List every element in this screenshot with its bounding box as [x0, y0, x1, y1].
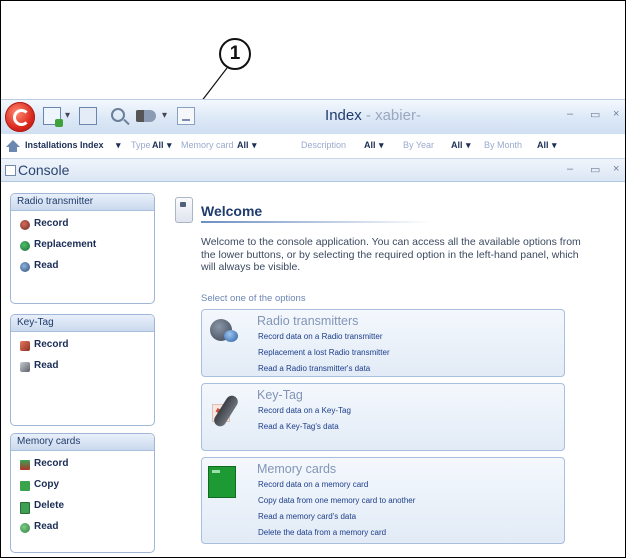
chevron-down-icon[interactable]: ▾ [167, 140, 172, 151]
index-toolbar: Installations Index ▾ Type All ▾ Memory … [1, 134, 625, 159]
link-read-radio[interactable]: Read a Radio transmitter's data [258, 364, 370, 373]
filter-by-year-label: By Year [403, 140, 435, 150]
sidebar-item-keytag-record[interactable]: Record [11, 335, 154, 356]
memory-read-icon [20, 523, 30, 533]
filter-by-month-label: By Month [484, 140, 523, 150]
radio-transmitter-icon [208, 316, 242, 344]
link-replace-radio[interactable]: Replacement a lost Radio transmitter [258, 348, 390, 357]
console-title: Console [18, 162, 70, 178]
console-maximize-button[interactable]: ▭ [590, 163, 600, 176]
keytag-record-icon [20, 341, 30, 351]
filter-by-year-select[interactable]: All [451, 140, 463, 150]
welcome-divider [201, 221, 431, 223]
group-title: Key-Tag [11, 315, 154, 332]
sidebar-item-label: Record [34, 339, 69, 350]
memory-card-icon [208, 466, 236, 498]
screenshot-frame: 1 ▾ ▾ Index - xabier- – ▭ × Installation… [0, 0, 626, 558]
card-title: Key-Tag [257, 388, 303, 402]
memory-copy-icon [20, 481, 30, 491]
sidebar-item-label: Replacement [34, 239, 97, 250]
sidebar-item-label: Delete [34, 500, 65, 511]
welcome-description: Welcome to the console application. You … [201, 236, 581, 273]
chevron-down-icon[interactable]: ▾ [116, 140, 121, 151]
sidebar-item-label: Read [34, 360, 59, 371]
radio-replacement-icon [20, 241, 30, 251]
memory-cards-group: Memory cards Record Copy Delete Read [10, 433, 155, 553]
link-delete-memory[interactable]: Delete the data from a memory card [258, 528, 386, 537]
sidebar-item-label: Read [34, 521, 59, 532]
console-close-button[interactable]: × [613, 163, 619, 175]
link-read-keytag[interactable]: Read a Key-Tag's data [258, 422, 339, 431]
filter-by-month-select[interactable]: All [537, 140, 549, 150]
sidebar-item-radio-read[interactable]: Read [11, 256, 154, 277]
link-copy-memory[interactable]: Copy data from one memory card to anothe… [258, 496, 415, 505]
select-options-label: Select one of the options [201, 293, 306, 304]
main-content: Welcome Welcome to the console applicati… [160, 182, 625, 557]
title-bar: ▾ ▾ Index - xabier- – ▭ × [1, 99, 625, 135]
filter-type-select[interactable]: All [152, 140, 164, 150]
sidebar-item-radio-replacement[interactable]: Replacement [11, 235, 154, 256]
group-title: Memory cards [11, 434, 154, 451]
filter-type-label: Type [131, 140, 151, 150]
memory-delete-icon [20, 502, 30, 514]
sidebar-item-label: Record [34, 218, 69, 229]
window-title-separator: - [361, 107, 376, 124]
welcome-title: Welcome [201, 203, 263, 219]
minimize-button[interactable]: – [567, 108, 573, 120]
radio-read-icon [20, 262, 30, 272]
chevron-down-icon[interactable]: ▾ [379, 140, 384, 151]
installations-index-label[interactable]: Installations Index [25, 140, 104, 150]
filter-description-label: Description [301, 140, 347, 150]
filter-memory-card-select[interactable]: All [237, 140, 249, 150]
console-minimize-button[interactable]: – [567, 163, 573, 175]
window-title-user: xabier- [375, 107, 421, 124]
memory-cards-card: Memory cards Record data on a memory car… [201, 457, 565, 544]
callout-number: 1 [219, 38, 251, 70]
link-record-radio[interactable]: Record data on a Radio transmitter [258, 332, 383, 341]
left-panel: Radio transmitter Record Replacement Rea… [1, 182, 159, 557]
chevron-down-icon[interactable]: ▾ [552, 140, 557, 151]
sidebar-item-label: Read [34, 260, 59, 271]
key-tag-icon [208, 392, 242, 434]
link-record-memory[interactable]: Record data on a memory card [258, 480, 368, 489]
key-tag-group: Key-Tag Record Read [10, 314, 155, 426]
sidebar-item-memory-copy[interactable]: Copy [11, 475, 154, 496]
chevron-down-icon[interactable]: ▾ [252, 140, 257, 151]
card-title: Memory cards [257, 462, 337, 476]
console-header: Console – ▭ × [1, 159, 625, 182]
key-tag-card: Key-Tag Record data on a Key-Tag Read a … [201, 383, 565, 451]
radio-transmitters-card: Radio transmitters Record data on a Radi… [201, 309, 565, 377]
sidebar-item-radio-record[interactable]: Record [11, 214, 154, 235]
sidebar-item-label: Record [34, 458, 69, 469]
link-record-keytag[interactable]: Record data on a Key-Tag [258, 406, 351, 415]
link-read-memory[interactable]: Read a memory card's data [258, 512, 356, 521]
maximize-button[interactable]: ▭ [590, 108, 600, 121]
radio-transmitter-group: Radio transmitter Record Replacement Rea… [10, 193, 155, 304]
sidebar-item-keytag-read[interactable]: Read [11, 356, 154, 377]
card-title: Radio transmitters [257, 314, 359, 328]
home-icon [6, 140, 20, 152]
radio-record-icon [20, 220, 30, 230]
chevron-down-icon[interactable]: ▾ [466, 140, 471, 151]
sidebar-item-memory-read[interactable]: Read [11, 517, 154, 538]
keytag-read-icon [20, 362, 30, 372]
console-device-icon [175, 197, 193, 223]
sidebar-item-label: Copy [34, 479, 59, 490]
group-title: Radio transmitter [11, 194, 154, 211]
sidebar-item-memory-record[interactable]: Record [11, 454, 154, 475]
filter-memory-card-label: Memory card [181, 140, 234, 150]
window-title: Index - xabier- [1, 107, 625, 124]
close-button[interactable]: × [613, 108, 619, 120]
console-icon [5, 165, 16, 176]
memory-record-icon [20, 460, 30, 470]
sidebar-item-memory-delete[interactable]: Delete [11, 496, 154, 517]
window-title-main: Index [325, 107, 362, 124]
filter-description-select[interactable]: All [364, 140, 376, 150]
